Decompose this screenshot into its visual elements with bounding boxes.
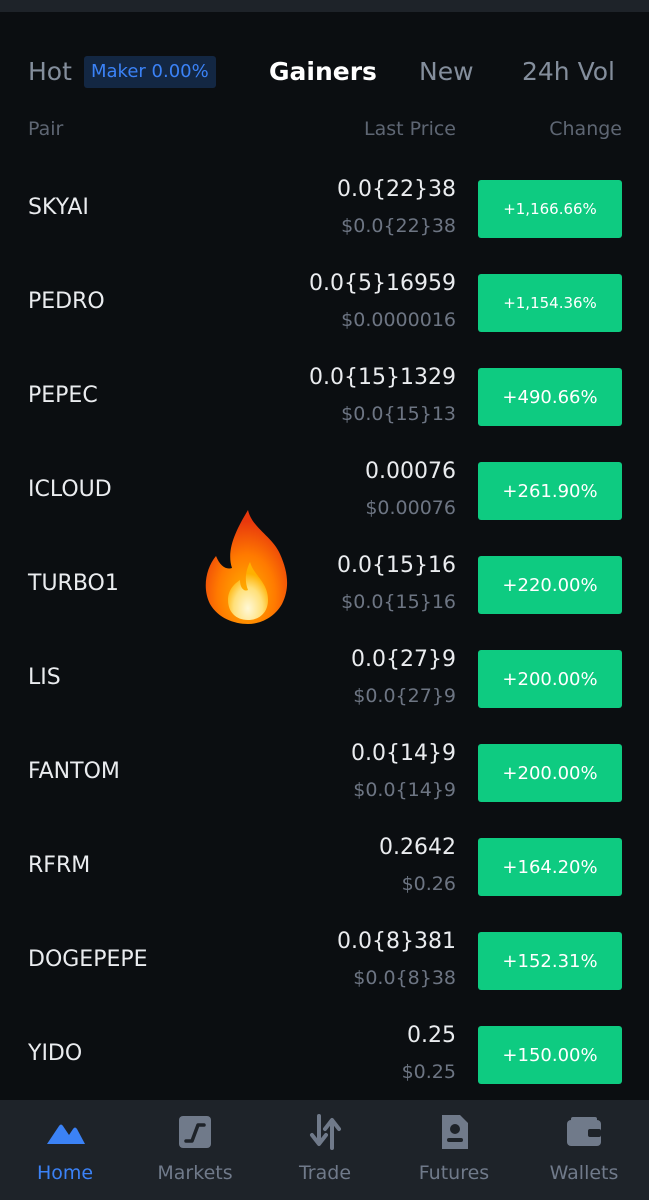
nav-trade-label: Trade <box>298 1162 352 1184</box>
market-tabs: Hot Maker 0.00% Gainers New 24h Vol <box>0 52 649 92</box>
usd-price: $0.0{22}38 <box>341 215 456 237</box>
change-badge[interactable]: +261.90% <box>478 462 622 520</box>
change-badge[interactable]: +150.00% <box>478 1026 622 1084</box>
pair-name: DOGEPEPE <box>28 947 148 972</box>
market-row[interactable]: PEPEC 0.0{15}1329 $0.0{15}13 +490.66% <box>0 350 649 444</box>
last-price: 0.0{15}16 <box>337 553 456 578</box>
last-price: 0.0{27}9 <box>351 647 456 672</box>
usd-price: $0.26 <box>401 873 456 895</box>
usd-price: $0.0{15}16 <box>341 591 456 613</box>
last-price: 0.0{5}16959 <box>309 271 456 296</box>
change-badge[interactable]: +490.66% <box>478 368 622 426</box>
nav-futures-label: Futures <box>418 1162 490 1184</box>
change-badge[interactable]: +200.00% <box>478 744 622 802</box>
market-row[interactable]: ICLOUD 0.00076 $0.00076 +261.90% <box>0 444 649 538</box>
nav-futures[interactable]: Futures <box>389 1100 519 1200</box>
pair-name: LIS <box>28 665 61 690</box>
trade-arrows-icon <box>310 1114 341 1150</box>
pair-name: RFRM <box>28 853 91 878</box>
change-badge[interactable]: +220.00% <box>478 556 622 614</box>
fire-emoji-icon <box>205 510 288 624</box>
market-row[interactable]: TURBO1 0.0{15}16 $0.0{15}16 +220.00% <box>0 538 649 632</box>
market-row[interactable]: SKYAI 0.0{22}38 $0.0{22}38 +1,166.66% <box>0 162 649 256</box>
market-row[interactable]: RFRM 0.2642 $0.26 +164.20% <box>0 820 649 914</box>
pair-column-header[interactable]: Pair <box>28 118 63 140</box>
last-price: 0.0{15}1329 <box>309 365 456 390</box>
market-row[interactable]: YIDO 0.25 $0.25 +150.00% <box>0 1008 649 1102</box>
change-badge[interactable]: +164.20% <box>478 838 622 896</box>
change-badge[interactable]: +1,154.36% <box>478 274 622 332</box>
tab-gainers[interactable]: Gainers <box>269 52 377 92</box>
top-status-strip <box>0 0 649 12</box>
market-row[interactable]: DOGEPEPE 0.0{8}381 $0.0{8}38 +152.31% <box>0 914 649 1008</box>
usd-price: $0.00076 <box>365 497 456 519</box>
tab-new[interactable]: New <box>419 52 474 92</box>
column-headers: Pair Last Price Change <box>0 110 649 140</box>
futures-icon <box>442 1115 468 1149</box>
last-price: 0.2642 <box>379 835 456 860</box>
pair-name: TURBO1 <box>28 571 119 596</box>
nav-markets[interactable]: Markets <box>130 1100 260 1200</box>
usd-price: $0.0000016 <box>341 309 456 331</box>
tab-hot[interactable]: Hot <box>28 52 72 92</box>
last-price: 0.0{22}38 <box>337 177 456 202</box>
change-badge[interactable]: +200.00% <box>478 650 622 708</box>
change-badge[interactable]: +1,166.66% <box>478 180 622 238</box>
last-price: 0.25 <box>407 1023 456 1048</box>
market-row[interactable]: FANTOM 0.0{14}9 $0.0{14}9 +200.00% <box>0 726 649 820</box>
wallet-icon <box>567 1117 601 1146</box>
pair-name: ICLOUD <box>28 477 112 502</box>
usd-price: $0.0{14}9 <box>353 779 456 801</box>
maker-fee-badge[interactable]: Maker 0.00% <box>84 56 216 88</box>
nav-trade[interactable]: Trade <box>260 1100 390 1200</box>
home-icon <box>47 1124 85 1144</box>
pair-name: YIDO <box>28 1041 83 1066</box>
nav-markets-label: Markets <box>157 1162 233 1184</box>
usd-price: $0.0{15}13 <box>341 403 456 425</box>
usd-price: $0.25 <box>401 1061 456 1083</box>
nav-wallets-label: Wallets <box>549 1162 619 1184</box>
pair-name: PEDRO <box>28 289 105 314</box>
last-price: 0.00076 <box>365 459 456 484</box>
pair-name: PEPEC <box>28 383 98 408</box>
nav-home-label: Home <box>36 1162 94 1184</box>
change-badge[interactable]: +152.31% <box>478 932 622 990</box>
last-price: 0.0{8}381 <box>337 929 456 954</box>
last-price: 0.0{14}9 <box>351 741 456 766</box>
pair-name: SKYAI <box>28 195 89 220</box>
market-row[interactable]: LIS 0.0{27}9 $0.0{27}9 +200.00% <box>0 632 649 726</box>
change-column-header[interactable]: Change <box>549 118 622 140</box>
market-row[interactable]: PEDRO 0.0{5}16959 $0.0000016 +1,154.36% <box>0 256 649 350</box>
markets-icon <box>179 1116 211 1148</box>
bottom-navigation: Home Markets Trade Futures Wallets <box>0 1100 649 1200</box>
usd-price: $0.0{27}9 <box>353 685 456 707</box>
pair-name: FANTOM <box>28 759 120 784</box>
usd-price: $0.0{8}38 <box>353 967 456 989</box>
tab-24h-vol[interactable]: 24h Vol <box>522 52 615 92</box>
last-price-column-header[interactable]: Last Price <box>364 118 456 140</box>
nav-wallets[interactable]: Wallets <box>519 1100 649 1200</box>
nav-home[interactable]: Home <box>0 1100 130 1200</box>
